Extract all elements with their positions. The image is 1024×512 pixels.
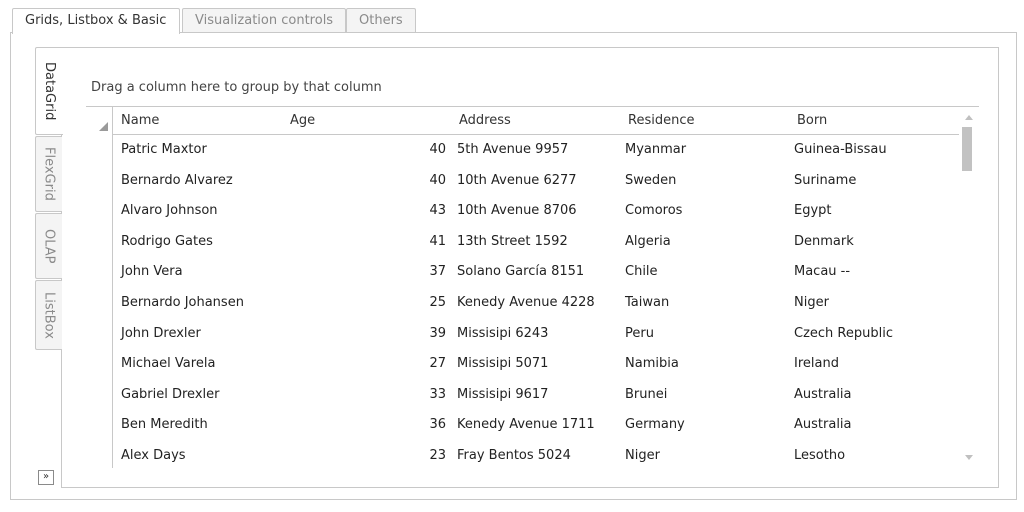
side-tab-label: ListBox xyxy=(41,291,57,339)
column-header-born[interactable]: Born xyxy=(797,107,827,134)
cell-born[interactable]: Suriname xyxy=(794,166,856,197)
cell-address[interactable]: 10th Avenue 8706 xyxy=(457,196,577,227)
cell-born[interactable]: Czech Republic xyxy=(794,319,893,350)
cell-name[interactable]: Patric Maxtor xyxy=(121,135,207,166)
tab-visualization-controls[interactable]: Visualization controls xyxy=(182,8,346,32)
cell-address[interactable]: Missisipi 5071 xyxy=(457,349,548,380)
column-header-name[interactable]: Name xyxy=(121,107,159,134)
cell-born[interactable]: Macau -- xyxy=(794,257,850,288)
scroll-down-arrow-icon[interactable] xyxy=(965,455,973,460)
scroll-thumb[interactable] xyxy=(962,127,972,171)
column-header-address[interactable]: Address xyxy=(459,107,511,134)
cell-residence[interactable]: Taiwan xyxy=(625,288,669,319)
data-grid: Name Age Address Residence Born Patric M… xyxy=(86,106,979,468)
cell-residence[interactable]: Algeria xyxy=(625,227,671,258)
cell-age[interactable]: 33 xyxy=(410,380,446,411)
cell-residence[interactable]: Niger xyxy=(625,441,660,468)
cell-name[interactable]: Alvaro Johnson xyxy=(121,196,218,227)
cell-name[interactable]: John Drexler xyxy=(121,319,201,350)
side-tab-label: FlexGrid xyxy=(41,147,57,201)
tab-grids-listbox-basic[interactable]: Grids, Listbox & Basic xyxy=(12,8,180,34)
cell-address[interactable]: Kenedy Avenue 4228 xyxy=(457,288,595,319)
cell-born[interactable]: Ireland xyxy=(794,349,839,380)
cell-born[interactable]: Lesotho xyxy=(794,441,845,468)
cell-name[interactable]: Ben Meredith xyxy=(121,410,208,441)
cell-address[interactable]: Solano García 8151 xyxy=(457,257,584,288)
cell-residence[interactable]: Brunei xyxy=(625,380,667,411)
table-row[interactable]: Bernardo Alvarez 40 10th Avenue 6277 Sweden… xyxy=(113,166,959,197)
table-row[interactable]: Michael Varela 27 Missisipi 5071 Namibia Ire… xyxy=(113,349,959,380)
cell-name[interactable]: Bernardo Alvarez xyxy=(121,166,233,197)
side-tab-olap[interactable]: OLAP xyxy=(35,213,62,279)
group-by-hint[interactable]: Drag a column here to group by that colu… xyxy=(91,80,382,95)
cell-residence[interactable]: Myanmar xyxy=(625,135,686,166)
scroll-up-arrow-icon[interactable] xyxy=(965,115,973,120)
cell-age[interactable]: 41 xyxy=(410,227,446,258)
cell-residence[interactable]: Namibia xyxy=(625,349,679,380)
side-tab-listbox[interactable]: ListBox xyxy=(35,280,62,350)
cell-address[interactable]: Missisipi 6243 xyxy=(457,319,548,350)
cell-age[interactable]: 40 xyxy=(410,135,446,166)
cell-age[interactable]: 37 xyxy=(410,257,446,288)
cell-name[interactable]: Rodrigo Gates xyxy=(121,227,213,258)
cell-residence[interactable]: Chile xyxy=(625,257,658,288)
grid-header-row: Name Age Address Residence Born xyxy=(113,107,959,135)
table-row[interactable]: Rodrigo Gates 41 13th Street 1592 Algeria De… xyxy=(113,227,959,258)
cell-age[interactable]: 39 xyxy=(410,319,446,350)
table-row[interactable]: John Drexler 39 Missisipi 6243 Peru Czech Re… xyxy=(113,319,959,350)
collapse-tabs-button[interactable]: » xyxy=(38,470,54,485)
side-tab-datagrid[interactable]: DataGrid xyxy=(35,47,63,135)
cell-name[interactable]: Alex Days xyxy=(121,441,186,468)
cell-address[interactable]: 10th Avenue 6277 xyxy=(457,166,577,197)
table-row[interactable]: Alvaro Johnson 43 10th Avenue 8706 Comoros E… xyxy=(113,196,959,227)
cell-born[interactable]: Australia xyxy=(794,410,852,441)
side-tab-flexgrid[interactable]: FlexGrid xyxy=(35,136,62,212)
cell-residence[interactable]: Peru xyxy=(625,319,654,350)
cell-name[interactable]: Gabriel Drexler xyxy=(121,380,219,411)
table-row[interactable]: Alex Days 23 Fray Bentos 5024 Niger Lesotho xyxy=(113,441,959,468)
cell-age[interactable]: 23 xyxy=(410,441,446,468)
column-header-residence[interactable]: Residence xyxy=(628,107,694,134)
table-row[interactable]: Ben Meredith 36 Kenedy Avenue 1711 Germany A… xyxy=(113,410,959,441)
corner-triangle-icon xyxy=(99,122,108,131)
table-row[interactable]: Bernardo Johansen 25 Kenedy Avenue 4228 Tai… xyxy=(113,288,959,319)
select-all-corner[interactable] xyxy=(86,107,112,135)
cell-born[interactable]: Egypt xyxy=(794,196,832,227)
table-row[interactable]: Gabriel Drexler 33 Missisipi 9617 Brunei Aus… xyxy=(113,380,959,411)
side-tab-label: DataGrid xyxy=(42,61,57,121)
cell-age[interactable]: 36 xyxy=(410,410,446,441)
cell-address[interactable]: Kenedy Avenue 1711 xyxy=(457,410,595,441)
cell-address[interactable]: Fray Bentos 5024 xyxy=(457,441,571,468)
side-tab-label: OLAP xyxy=(41,228,57,264)
cell-residence[interactable]: Sweden xyxy=(625,166,676,197)
cell-name[interactable]: John Vera xyxy=(121,257,183,288)
cell-name[interactable]: Michael Varela xyxy=(121,349,215,380)
cell-age[interactable]: 43 xyxy=(410,196,446,227)
cell-born[interactable]: Denmark xyxy=(794,227,854,258)
cell-age[interactable]: 27 xyxy=(410,349,446,380)
cell-name[interactable]: Bernardo Johansen xyxy=(121,288,244,319)
cell-address[interactable]: 5th Avenue 9957 xyxy=(457,135,568,166)
grid-body: Patric Maxtor 40 5th Avenue 9957 Myanmar Gui… xyxy=(113,135,959,468)
cell-born[interactable]: Niger xyxy=(794,288,829,319)
table-row[interactable]: Patric Maxtor 40 5th Avenue 9957 Myanmar Gui… xyxy=(113,135,959,166)
cell-address[interactable]: Missisipi 9617 xyxy=(457,380,548,411)
tab-others[interactable]: Others xyxy=(346,8,416,32)
table-row[interactable]: John Vera 37 Solano García 8151 Chile Macau … xyxy=(113,257,959,288)
cell-residence[interactable]: Comoros xyxy=(625,196,682,227)
cell-age[interactable]: 40 xyxy=(410,166,446,197)
cell-residence[interactable]: Germany xyxy=(625,410,685,441)
cell-address[interactable]: 13th Street 1592 xyxy=(457,227,568,258)
cell-born[interactable]: Australia xyxy=(794,380,852,411)
vertical-scrollbar[interactable] xyxy=(959,107,979,468)
column-header-age[interactable]: Age xyxy=(290,107,315,134)
cell-age[interactable]: 25 xyxy=(410,288,446,319)
cell-born[interactable]: Guinea-Bissau xyxy=(794,135,887,166)
